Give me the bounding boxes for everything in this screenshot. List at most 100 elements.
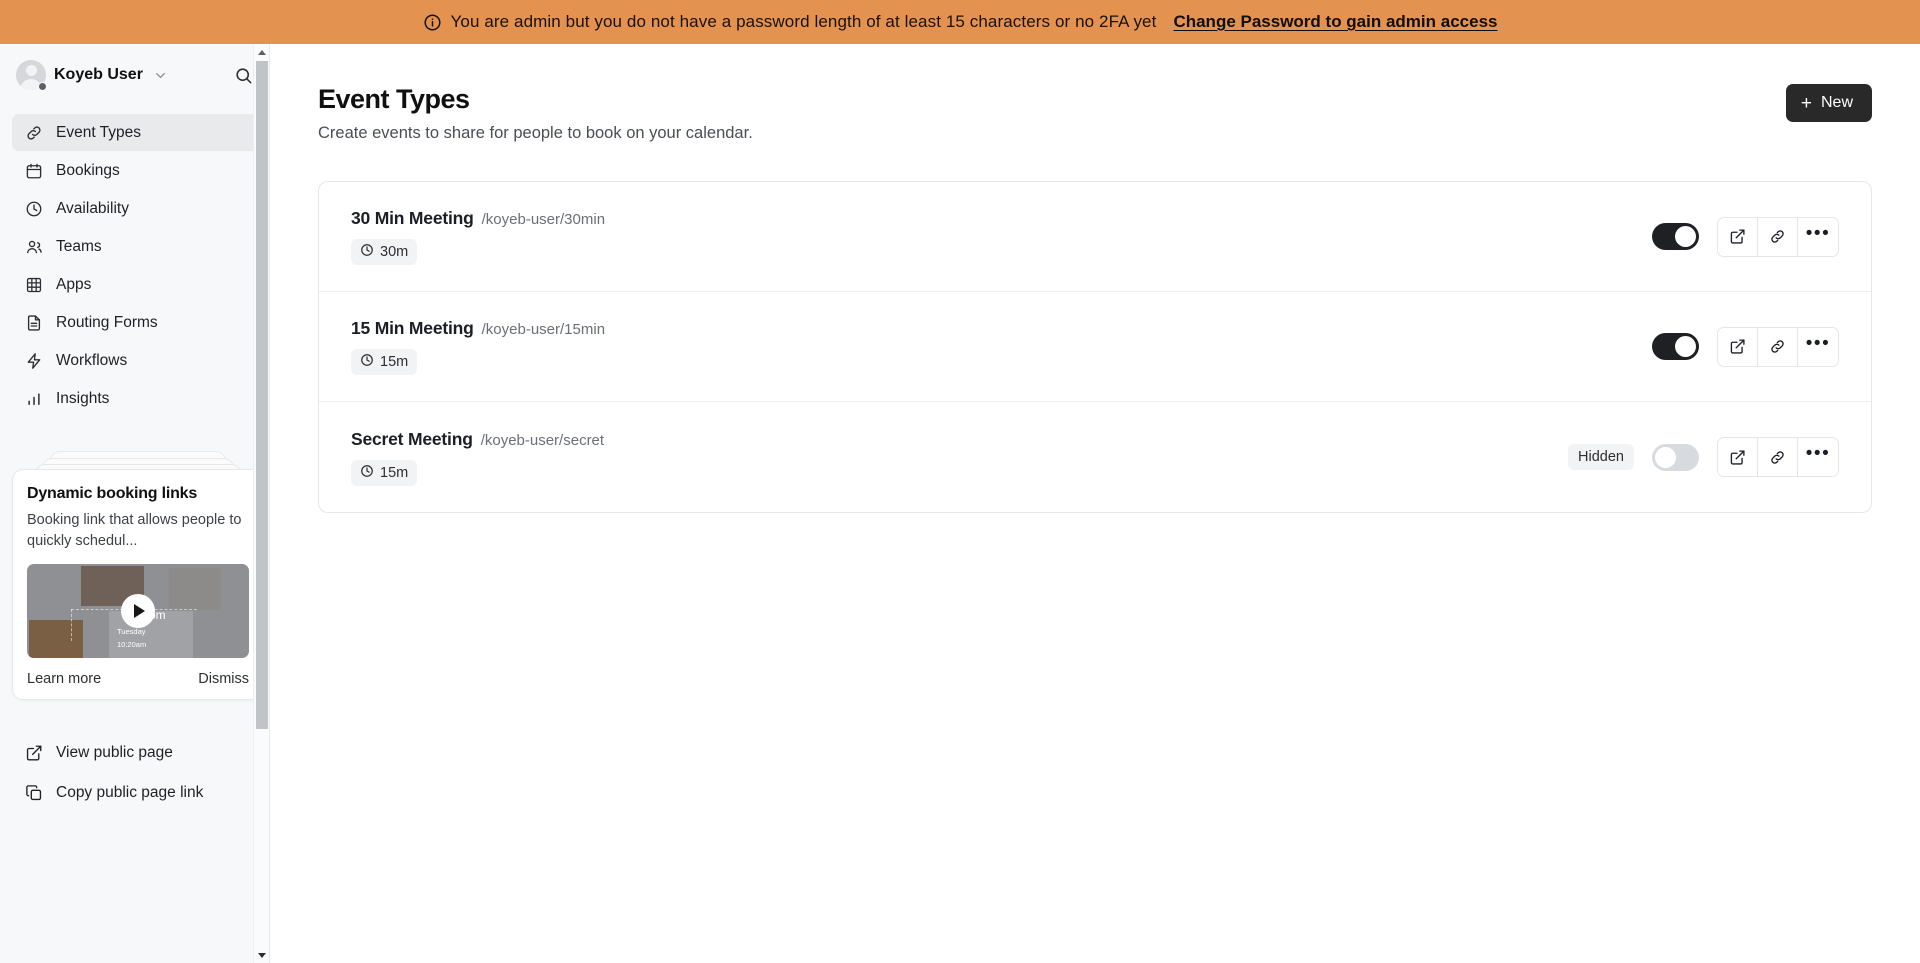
duration-label: 15m xyxy=(380,354,409,370)
dismiss-link[interactable]: Dismiss xyxy=(198,671,249,687)
more-horizontal-icon[interactable]: ••• xyxy=(1798,438,1838,476)
event-visibility-toggle[interactable] xyxy=(1652,333,1699,360)
view-public-page-link[interactable]: View public page xyxy=(12,734,264,772)
duration-label: 30m xyxy=(380,244,409,260)
promo-description: Booking link that allows people to quick… xyxy=(27,512,242,549)
event-type-row[interactable]: 30 Min Meeting /koyeb-user/30min 30m ••• xyxy=(319,182,1871,292)
event-action-buttons: ••• xyxy=(1717,216,1839,257)
sidebar-item-routing-forms[interactable]: Routing Forms xyxy=(12,304,264,341)
sidebar-item-bookings[interactable]: Bookings xyxy=(12,152,264,189)
avatar[interactable] xyxy=(16,60,47,91)
scroll-down-arrow[interactable] xyxy=(254,947,269,963)
scroll-up-arrow[interactable] xyxy=(254,44,269,60)
clock-icon xyxy=(360,464,374,482)
sidebar-link-label: Copy public page link xyxy=(56,784,204,802)
event-title[interactable]: 15 Min Meeting xyxy=(351,318,474,339)
sidebar-item-label: Insights xyxy=(56,389,110,407)
sidebar-item-teams[interactable]: Teams xyxy=(12,228,264,265)
external-link-icon[interactable] xyxy=(1718,217,1758,256)
learn-more-link[interactable]: Learn more xyxy=(27,671,101,687)
external-link-icon[interactable] xyxy=(1718,438,1758,476)
event-title-line: Secret Meeting /koyeb-user/secret xyxy=(351,429,604,450)
copy-link-icon[interactable] xyxy=(1758,327,1798,366)
duration-badge: 15m xyxy=(351,349,418,375)
sidebar-bottom-links: View public page Copy public page link xyxy=(12,734,264,812)
thumb-person-tile xyxy=(29,620,83,659)
sidebar: Koyeb User Event Types Bookings Availabi… xyxy=(0,44,270,963)
sidebar-item-availability[interactable]: Availability xyxy=(12,190,264,227)
sidebar-item-event-types[interactable]: Event Types xyxy=(12,114,264,151)
thumb-day: Tuesday xyxy=(117,627,146,637)
event-title-line: 30 Min Meeting /koyeb-user/30min xyxy=(351,208,605,229)
info-circle-icon xyxy=(423,13,442,32)
event-visibility-toggle[interactable] xyxy=(1652,223,1699,250)
sidebar-nav: Event Types Bookings Availability Teams … xyxy=(12,114,264,417)
event-row-actions: ••• xyxy=(1652,216,1839,257)
promo-card-stack: Dynamic booking links Booking link that … xyxy=(12,451,264,701)
plus-icon: + xyxy=(1800,92,1812,114)
hidden-badge: Hidden xyxy=(1568,444,1634,470)
document-icon xyxy=(24,313,43,332)
duration-badge: 30m xyxy=(351,239,418,265)
event-type-row[interactable]: Secret Meeting /koyeb-user/secret 15m Hi xyxy=(319,402,1871,512)
sidebar-item-apps[interactable]: Apps xyxy=(12,266,264,303)
page-subtitle: Create events to share for people to boo… xyxy=(318,124,753,142)
admin-warning-banner: You are admin but you do not have a pass… xyxy=(0,0,1920,44)
grid-icon xyxy=(24,275,43,294)
more-horizontal-icon[interactable]: ••• xyxy=(1798,327,1838,366)
scrollbar-thumb[interactable] xyxy=(256,61,268,729)
sidebar-item-workflows[interactable]: Workflows xyxy=(12,342,264,379)
more-horizontal-icon[interactable]: ••• xyxy=(1798,217,1838,256)
new-button-label: New xyxy=(1820,94,1853,111)
bar-chart-icon xyxy=(24,389,43,408)
copy-link-icon[interactable] xyxy=(1758,438,1798,476)
sidebar-item-label: Workflows xyxy=(56,351,128,369)
copy-link-icon[interactable] xyxy=(1758,217,1798,256)
thumb-connector xyxy=(71,609,72,642)
sidebar-item-insights[interactable]: Insights xyxy=(12,380,264,417)
promo-card: Dynamic booking links Booking link that … xyxy=(12,469,264,701)
event-slug: /koyeb-user/secret xyxy=(480,431,605,449)
chevron-down-icon[interactable] xyxy=(153,68,168,83)
event-action-buttons: ••• xyxy=(1717,326,1839,367)
thumb-person-tile xyxy=(169,568,221,611)
new-event-type-button[interactable]: + New xyxy=(1785,84,1872,122)
event-slug: /koyeb-user/15min xyxy=(481,321,606,338)
app-shell: Koyeb User Event Types Bookings Availabi… xyxy=(0,44,1920,963)
event-row-actions: Hidden ••• xyxy=(1568,437,1839,477)
event-badges: 15m xyxy=(351,459,604,486)
play-icon[interactable] xyxy=(121,594,155,629)
clock-icon xyxy=(360,353,374,371)
event-type-info: 30 Min Meeting /koyeb-user/30min 30m xyxy=(351,208,605,265)
promo-actions: Learn more Dismiss xyxy=(27,671,249,687)
sidebar-content: Koyeb User Event Types Bookings Availabi… xyxy=(12,44,264,963)
event-title[interactable]: Secret Meeting xyxy=(351,429,473,450)
clock-icon xyxy=(24,199,43,218)
promo-title: Dynamic booking links xyxy=(27,485,198,502)
event-type-info: 15 Min Meeting /koyeb-user/15min 15m xyxy=(351,318,605,375)
link-icon xyxy=(24,123,43,142)
thumb-time: 10:20am xyxy=(117,639,147,649)
duration-label: 15m xyxy=(380,464,409,481)
event-row-actions: ••• xyxy=(1652,326,1839,367)
promo-video-thumbnail[interactable]: com Tuesday 10:20am xyxy=(27,564,249,659)
thumb-meta: Tuesday 10:20am xyxy=(117,626,146,652)
avatar-status-dot xyxy=(38,82,47,91)
event-type-row[interactable]: 15 Min Meeting /koyeb-user/15min 15m ••• xyxy=(319,292,1871,402)
page-header-text: Event Types Create events to share for p… xyxy=(318,84,753,143)
external-link-icon[interactable] xyxy=(1718,327,1758,366)
page-header: Event Types Create events to share for p… xyxy=(318,84,1872,143)
copy-public-page-link[interactable]: Copy public page link xyxy=(12,774,264,812)
event-title[interactable]: 30 Min Meeting xyxy=(351,208,474,229)
event-visibility-toggle[interactable] xyxy=(1652,443,1699,471)
user-name[interactable]: Koyeb User xyxy=(54,66,143,84)
calendar-icon xyxy=(24,161,43,180)
external-link-icon xyxy=(24,744,43,763)
sidebar-scrollbar[interactable] xyxy=(253,44,269,963)
event-type-info: Secret Meeting /koyeb-user/secret 15m xyxy=(351,429,604,486)
clock-icon xyxy=(360,243,374,261)
change-password-link[interactable]: Change Password to gain admin access xyxy=(1173,12,1497,32)
sidebar-item-label: Event Types xyxy=(56,123,142,141)
bolt-icon xyxy=(24,351,43,370)
sidebar-item-label: Availability xyxy=(56,199,129,217)
